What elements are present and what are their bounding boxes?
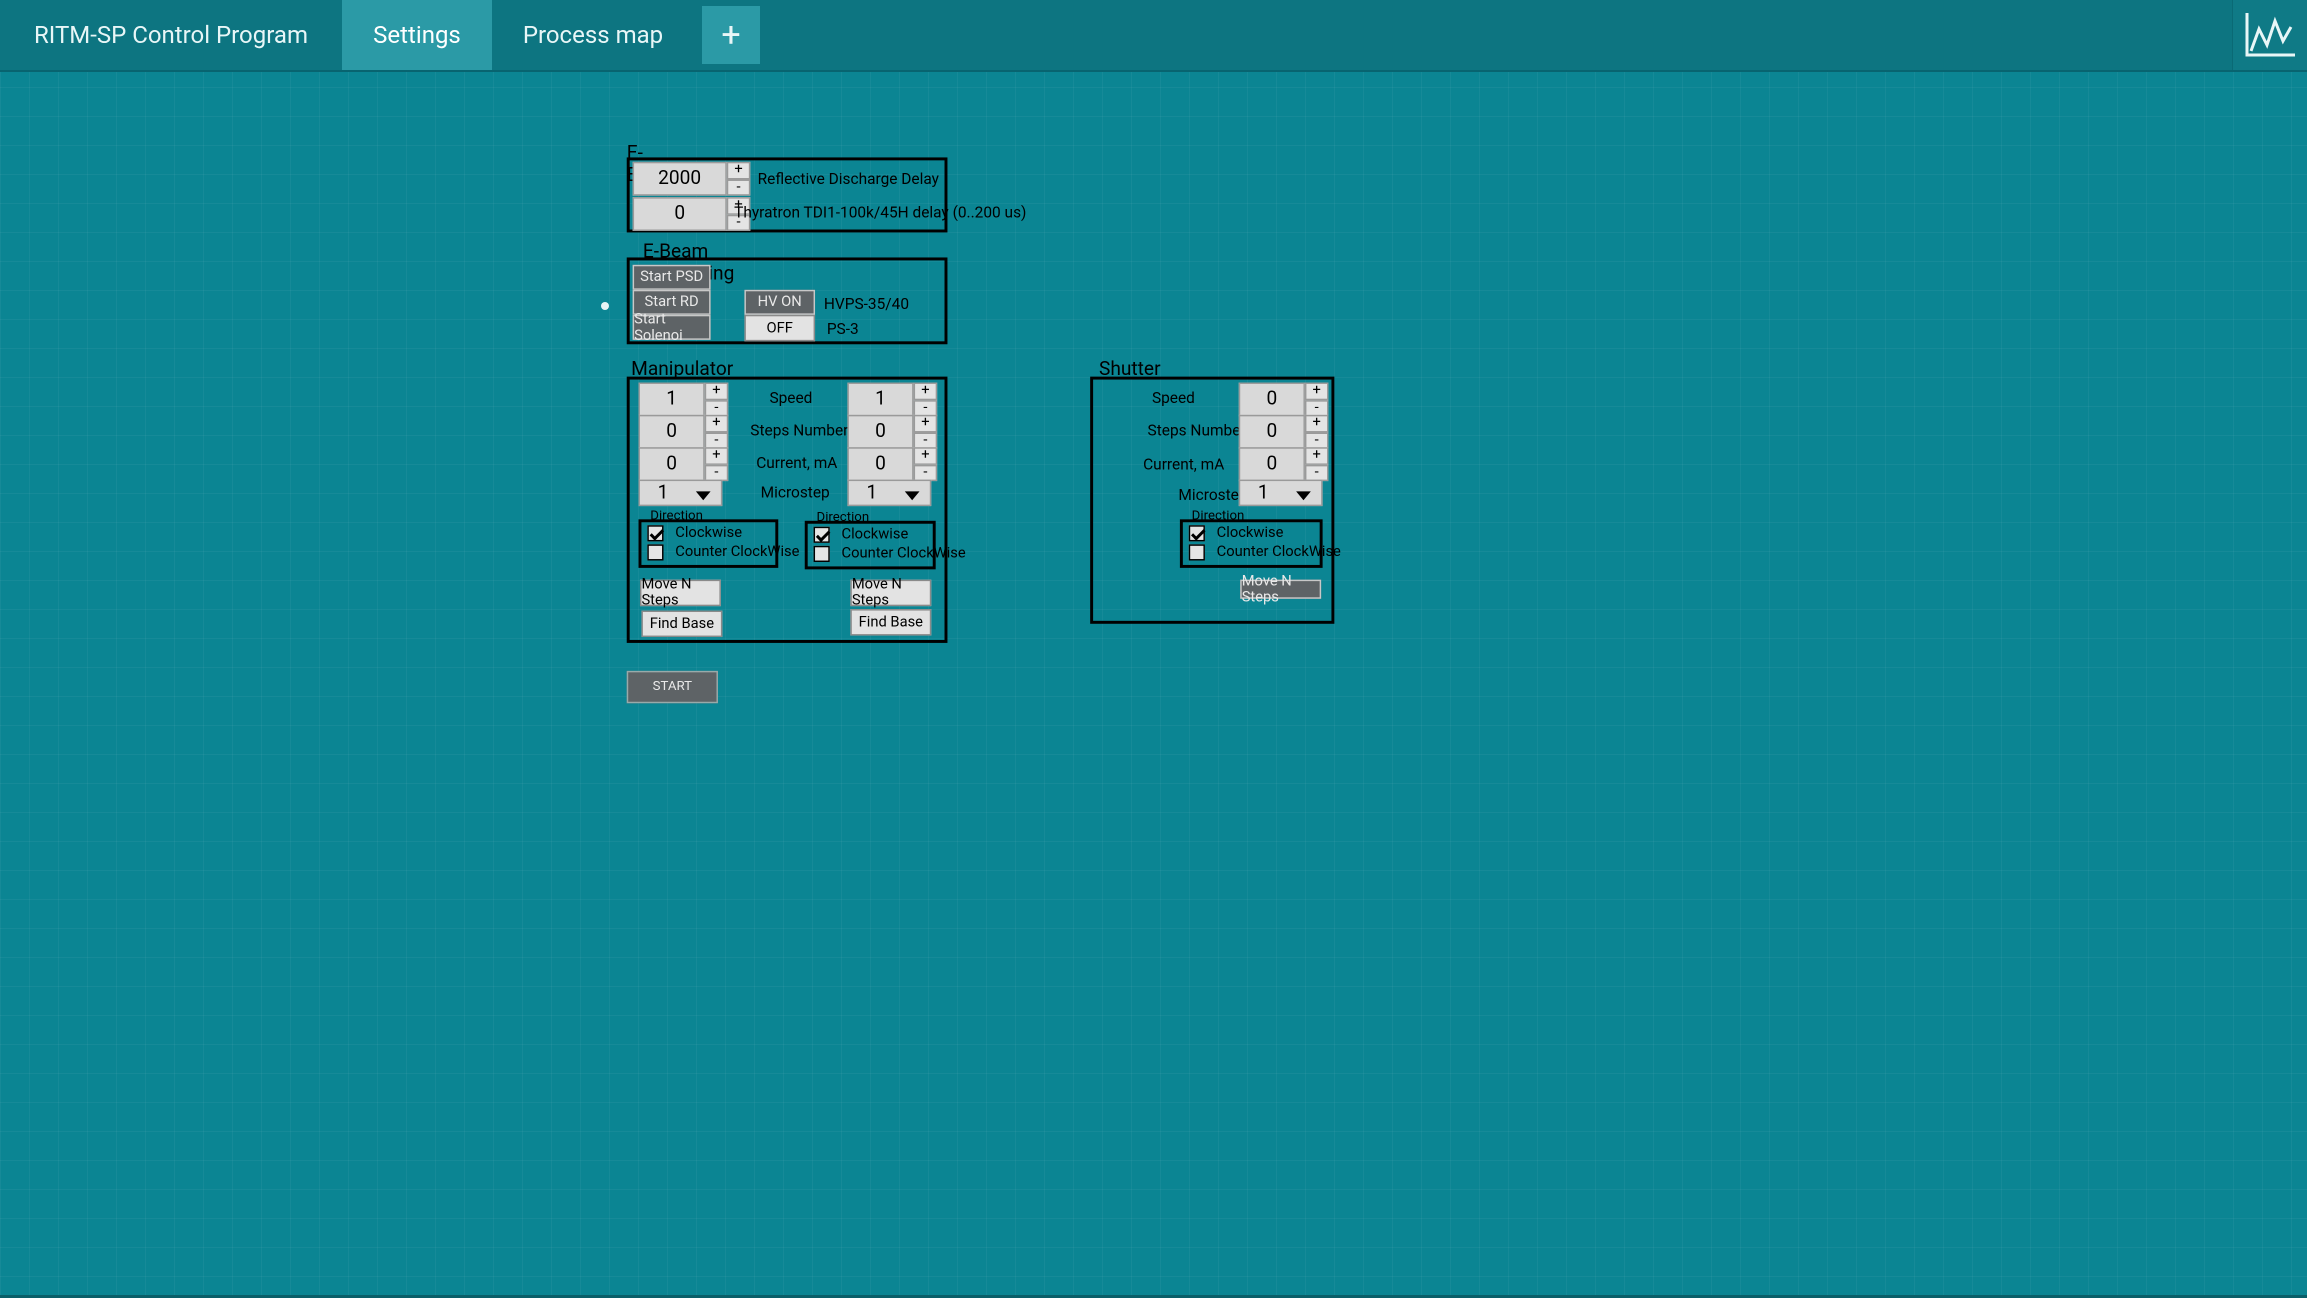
chart-icon[interactable] <box>2232 0 2307 70</box>
microstep-label: Microstep <box>1178 485 1248 505</box>
microstep-value: 1 <box>866 481 878 504</box>
checkbox-checked[interactable] <box>1188 525 1205 542</box>
ps3-label: PS-3 <box>826 319 859 339</box>
shutter-speed[interactable]: 0 + - <box>1238 382 1329 417</box>
current-value[interactable]: 0 <box>638 447 705 482</box>
manipulator-right-steps[interactable]: 0 + - <box>847 414 938 449</box>
shutter-steps[interactable]: 0 + - <box>1238 414 1329 449</box>
decrement-button[interactable]: - <box>726 178 751 196</box>
decrement-button[interactable]: - <box>913 464 938 482</box>
speed-value[interactable]: 0 <box>1238 382 1305 417</box>
steps-number-label: Steps Number <box>750 420 849 440</box>
reflective-delay-value[interactable]: 2000 <box>632 161 727 196</box>
hvps-label: HVPS-35/40 <box>823 294 910 314</box>
checkbox-unchecked[interactable] <box>1188 544 1205 561</box>
increment-button[interactable]: + <box>704 382 729 400</box>
decrement-button[interactable]: - <box>913 431 938 449</box>
shutter-current[interactable]: 0 + - <box>1238 447 1329 482</box>
increment-button[interactable]: + <box>913 382 938 400</box>
speed-value[interactable]: 1 <box>847 382 914 417</box>
manipulator-right-speed[interactable]: 1 + - <box>847 382 938 417</box>
thyratron-delay-label: Thyratron TDI1-100k/45H delay (0..200 us… <box>734 203 1027 223</box>
shutter-counter-clockwise-checkbox[interactable]: Counter ClockWise <box>1188 544 1341 561</box>
manipulator-left-steps[interactable]: 0 + - <box>638 414 729 449</box>
increment-button[interactable]: + <box>913 414 938 432</box>
manipulator-left-microstep-select[interactable]: 1 <box>638 479 723 507</box>
start-solenoid-button[interactable]: Start Solenoi <box>632 311 711 344</box>
microstep-value: 1 <box>657 481 669 504</box>
decrement-button[interactable]: - <box>913 399 938 417</box>
current-value[interactable]: 0 <box>847 447 914 482</box>
checkbox-label: Counter ClockWise <box>841 545 966 562</box>
increment-button[interactable]: + <box>1304 414 1329 432</box>
manipulator-right-microstep-select[interactable]: 1 <box>847 479 932 507</box>
manipulator-right-move-button[interactable]: Move N Steps <box>850 577 932 609</box>
chevron-down-icon <box>1296 491 1311 501</box>
increment-button[interactable]: + <box>704 414 729 432</box>
checkbox-label: Counter ClockWise <box>1216 544 1341 561</box>
decrement-button[interactable]: - <box>1304 399 1329 417</box>
tab-settings[interactable]: Settings <box>342 0 492 70</box>
steps-value[interactable]: 0 <box>1238 414 1305 449</box>
off-button[interactable]: OFF <box>744 314 816 342</box>
shutter-microstep-select[interactable]: 1 <box>1238 479 1323 507</box>
increment-button[interactable]: + <box>1304 447 1329 465</box>
manipulator-left-move-button[interactable]: Move N Steps <box>639 577 721 609</box>
steps-value[interactable]: 0 <box>847 414 914 449</box>
shutter-clockwise-checkbox[interactable]: Clockwise <box>1188 525 1284 542</box>
current-value[interactable]: 0 <box>1238 447 1305 482</box>
decrement-button[interactable]: - <box>704 431 729 449</box>
add-tab-button[interactable]: + <box>702 6 760 64</box>
shutter-move-button[interactable]: Move N Steps <box>1240 573 1322 605</box>
manipulator-right-current[interactable]: 0 + - <box>847 447 938 482</box>
decrement-button[interactable]: - <box>704 399 729 417</box>
hv-on-button[interactable]: HV ON <box>744 289 816 315</box>
manipulator-left-find-base-button[interactable]: Find Base <box>641 610 723 638</box>
speed-label: Speed <box>1151 388 1195 408</box>
decrement-button[interactable]: - <box>1304 464 1329 482</box>
manipulator-left-current[interactable]: 0 + - <box>638 447 729 482</box>
checkbox-label: Clockwise <box>841 526 909 543</box>
steps-value[interactable]: 0 <box>638 414 705 449</box>
current-label: Current, mA <box>756 453 838 473</box>
reflective-delay-label: Reflective Discharge Delay <box>757 169 939 189</box>
increment-button[interactable]: + <box>726 161 751 179</box>
start-button[interactable]: START <box>626 670 718 704</box>
tab-process-map[interactable]: Process map <box>492 0 694 70</box>
left-counter-clockwise-checkbox[interactable]: Counter ClockWise <box>647 544 800 561</box>
checkbox-label: Clockwise <box>1216 525 1284 542</box>
microstep-label: Microstep <box>760 482 830 502</box>
current-label: Current, mA <box>1143 454 1225 474</box>
checkbox-unchecked[interactable] <box>813 545 830 562</box>
increment-button[interactable]: + <box>913 447 938 465</box>
manipulator-right-find-base-button[interactable]: Find Base <box>850 609 932 636</box>
checkbox-label: Clockwise <box>675 525 743 542</box>
steps-number-label: Steps Number <box>1147 420 1246 440</box>
checkbox-label: Counter ClockWise <box>675 544 800 561</box>
thyratron-delay-value[interactable]: 0 <box>632 197 727 231</box>
increment-button[interactable]: + <box>704 447 729 465</box>
thyratron-delay-spinbox[interactable]: 0 + - <box>632 197 751 231</box>
speed-value[interactable]: 1 <box>638 382 705 417</box>
chevron-down-icon <box>695 491 711 501</box>
left-clockwise-checkbox[interactable]: Clockwise <box>647 525 743 542</box>
decrement-button[interactable]: - <box>1304 431 1329 449</box>
increment-button[interactable]: + <box>1304 382 1329 400</box>
tab-ritm-sp[interactable]: RITM-SP Control Program <box>0 0 342 70</box>
top-tab-bar: RITM-SP Control Program Settings Process… <box>0 0 2307 72</box>
right-counter-clockwise-checkbox[interactable]: Counter ClockWise <box>813 545 966 562</box>
decrement-button[interactable]: - <box>704 464 729 482</box>
start-psd-button[interactable]: Start PSD <box>632 264 711 290</box>
right-clockwise-checkbox[interactable]: Clockwise <box>813 526 909 543</box>
checkbox-checked[interactable] <box>647 525 664 542</box>
manipulator-left-speed[interactable]: 1 + - <box>638 382 729 417</box>
chevron-down-icon <box>904 491 920 501</box>
checkbox-checked[interactable] <box>813 526 830 543</box>
reflective-delay-spinbox[interactable]: 2000 + - <box>632 161 751 196</box>
microstep-value: 1 <box>1257 481 1269 504</box>
cursor-dot <box>601 302 609 310</box>
speed-label: Speed <box>769 388 813 408</box>
checkbox-unchecked[interactable] <box>647 544 664 561</box>
